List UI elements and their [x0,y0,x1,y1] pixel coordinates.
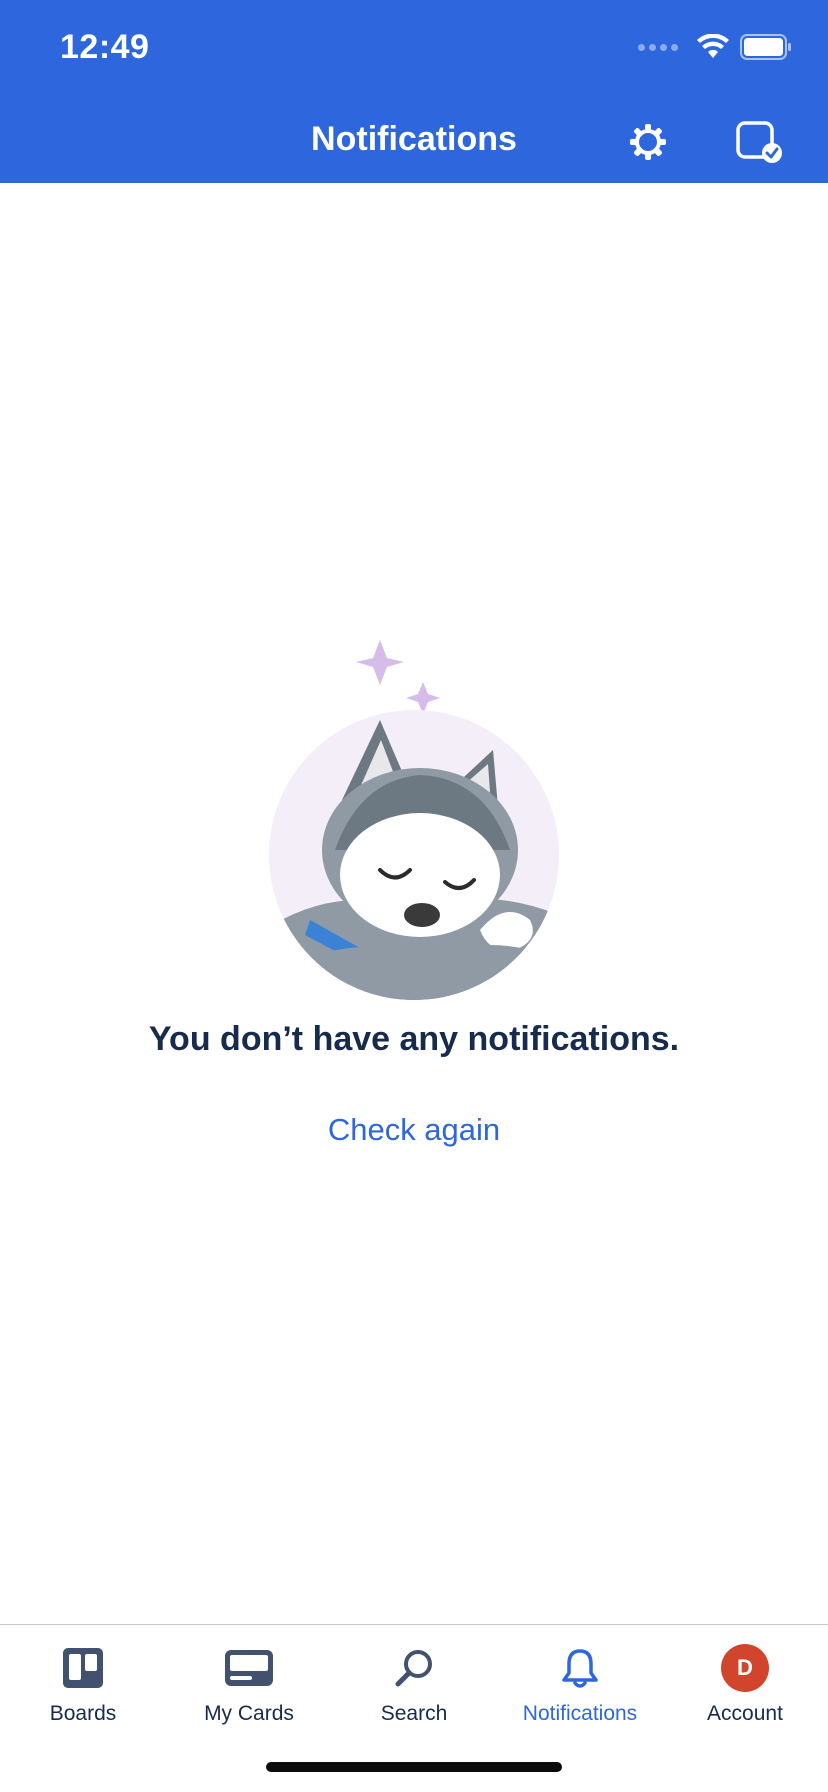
tab-search[interactable]: Search [331,1625,497,1735]
avatar: D [721,1644,769,1692]
tab-label: Boards [49,1702,117,1725]
top-bar: 12:49 Notifications [0,0,828,183]
switch-workspace-button[interactable] [733,115,787,169]
empty-message: You don’t have any notifications. [148,1020,680,1058]
bell-icon [562,1649,598,1688]
tab-my-cards[interactable]: My Cards [166,1625,332,1735]
boards-icon [63,1648,103,1688]
tab-label: Account [707,1702,783,1725]
tab-label: Search [380,1702,448,1725]
battery-icon [740,34,791,60]
search-icon [395,1650,432,1687]
tab-boards[interactable]: Boards [0,1625,166,1735]
home-indicator [266,1762,562,1772]
cellular-signal-icon [638,43,678,51]
wifi-icon [697,34,729,58]
sleeping-husky-illustration [269,640,559,1000]
tab-label: My Cards [204,1702,294,1725]
cards-icon [225,1650,273,1686]
gear-icon [630,124,666,160]
page-title: Notifications [311,120,517,158]
status-icons [638,34,792,60]
check-again-button[interactable]: Check again [0,1112,828,1148]
tab-label: Notifications [522,1702,638,1725]
status-time: 12:49 [60,28,150,66]
tab-account[interactable]: D Account [662,1625,828,1735]
tab-notifications[interactable]: Notifications [497,1625,663,1735]
card-check-icon [736,121,782,163]
settings-button[interactable] [621,115,675,169]
